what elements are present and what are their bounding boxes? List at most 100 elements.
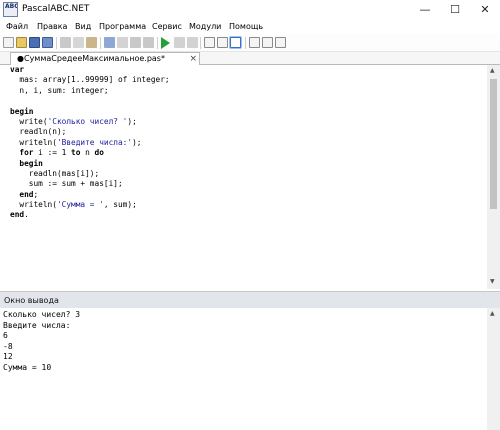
minimize-button[interactable]: — [410,0,440,20]
code-line: for i := 1 to n do [10,148,170,158]
maximize-button[interactable]: ☐ [440,0,470,20]
code-token: writeln( [10,200,57,210]
tab-active-file[interactable]: ●СуммаСредееМаксимальное.pas* × [10,52,200,65]
menu-bar: Файл Правка Вид Программа Сервис Модули … [0,20,500,34]
code-keyword: begin [10,106,34,116]
code-token: readln(mas[i]); [10,168,100,178]
code-token: . [24,210,29,220]
open-folder-icon[interactable] [16,37,27,48]
app-logo-icon: ABC [3,2,18,17]
settings-icon[interactable] [275,37,286,48]
form-designer-icon[interactable] [249,37,260,48]
output-line: Сумма = 10 [3,362,52,372]
code-token: i := 1 [33,148,72,158]
redo-icon[interactable] [117,37,128,48]
code-line: end; [10,190,170,200]
scroll-thumb[interactable] [490,79,497,209]
new-file-icon[interactable] [3,37,14,48]
menu-service[interactable]: Сервис [152,22,182,31]
code-line: readln(mas[i]); [10,169,170,179]
tab-close-icon[interactable]: × [189,53,197,65]
pause-icon[interactable] [174,37,185,48]
output-line: 12 [3,352,13,362]
menu-modules[interactable]: Модули [189,22,221,31]
output-text: Сколько чисел? 3 Введите числа: 6 -8 12 Сумма… [3,310,80,374]
code-line: writeln('Введите числа:'); [10,138,170,148]
output-panel-title: Окно вывода [4,296,59,305]
code-token: readln(n); [10,127,67,137]
code-string: 'Сумма = ' [56,200,104,210]
code-line: n, i, sum: integer; [10,86,170,96]
replace-icon[interactable] [143,37,154,48]
code-keyword: begin [10,158,43,168]
stop-icon[interactable] [187,37,198,48]
code-line: var [10,65,170,75]
toolbar-separator [56,37,57,49]
code-line: end. [10,210,170,220]
menu-view[interactable]: Вид [75,22,91,31]
output-line: -8 [3,341,13,351]
window-title: PascalABC.NET [22,4,90,14]
code-line: writeln('Сумма = ', sum); [10,200,170,210]
code-line: write('Сколько чисел? '); [10,117,170,127]
format-code-icon[interactable] [262,37,273,48]
menu-file[interactable]: Файл [6,22,28,31]
output-line: Сколько чисел? 3 [3,310,81,319]
output-line: 6 [3,331,8,341]
code-token: sum := sum + mas[i]; [10,179,123,189]
undo-icon[interactable] [104,37,115,48]
output-line: Введите числа: [3,320,71,330]
step-over-icon[interactable] [217,37,228,48]
toolbar-separator [245,37,246,49]
code-keyword: end [10,189,34,199]
code-string: 'Введите числа:' [56,137,133,147]
output-window-toggle-icon[interactable] [230,37,241,48]
code-line: readln(n); [10,127,170,137]
code-line: begin [10,159,170,169]
step-into-icon[interactable] [204,37,215,48]
output-panel-header: Окно вывода [0,291,500,308]
code-line: mas: array[1..99999] of integer; [10,75,170,85]
tab-strip: ●СуммаСредееМаксимальное.pas* × [0,52,500,65]
code-keyword: end [10,210,25,220]
toolbar-separator [100,37,101,49]
code-token: ); [127,116,137,126]
code-keyword: for [10,148,34,158]
output-scrollbar[interactable]: ▲ [487,308,500,430]
code-line: sum := sum + mas[i]; [10,179,170,189]
scroll-down-icon[interactable]: ▼ [490,278,495,285]
title-bar: ABC PascalABC.NET — ☐ ✕ [0,0,500,20]
paste-icon[interactable] [86,37,97,48]
scroll-up-icon[interactable]: ▲ [490,67,495,74]
save-all-icon[interactable] [42,37,53,48]
cut-icon[interactable] [60,37,71,48]
code-token: writeln( [10,137,57,147]
editor-scrollbar[interactable]: ▲ ▼ [487,65,500,289]
code-text: var mas: array[1..99999] of integer; n, … [10,65,170,221]
code-editor[interactable]: var mas: array[1..99999] of integer; n, … [0,65,487,289]
code-token: ; [33,189,39,199]
output-panel[interactable]: Сколько чисел? 3 Введите числа: 6 -8 12 Сумма… [0,308,487,430]
code-string: 'Сколько чисел? ' [47,116,128,126]
run-icon[interactable] [161,37,170,49]
copy-icon[interactable] [73,37,84,48]
code-token: n, i, sum: integer; [10,85,109,95]
save-icon[interactable] [29,37,40,48]
code-token: ); [132,137,142,147]
code-token: , sum); [103,200,137,210]
code-keyword: do [94,148,104,158]
tab-label: ●СуммаСредееМаксимальное.pas* [17,54,165,63]
menu-edit[interactable]: Правка [37,22,67,31]
code-keyword: var [10,65,25,74]
menu-program[interactable]: Программа [99,22,146,31]
find-icon[interactable] [130,37,141,48]
code-token: mas: array[1..99999] of integer; [10,75,170,85]
toolbar-separator [200,37,201,49]
menu-help[interactable]: Помощь [229,22,263,31]
code-token: write( [10,116,48,126]
close-window-button[interactable]: ✕ [470,0,500,20]
toolbar-separator [157,37,158,49]
scroll-up-icon[interactable]: ▲ [490,310,495,317]
code-token: n [80,148,95,158]
